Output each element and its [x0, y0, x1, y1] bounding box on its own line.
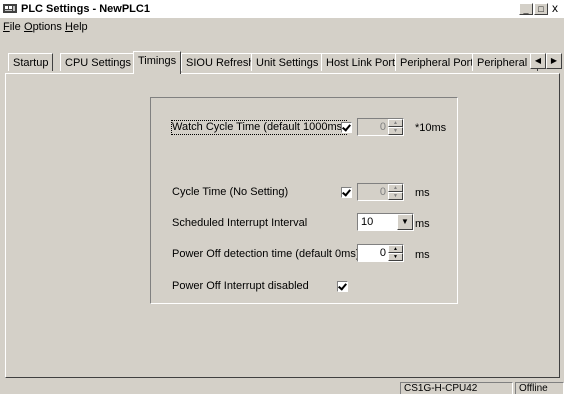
spin-up-icon[interactable]: ▲ [388, 245, 403, 253]
status-connection: Offline [515, 382, 564, 394]
tab-scroll-left-icon[interactable]: ◀ [530, 53, 546, 69]
menu-file[interactable]: File [3, 20, 21, 34]
sched-interrupt-select[interactable]: 10 ▼ [357, 213, 414, 231]
spin-down-icon[interactable]: ▼ [388, 127, 403, 135]
cycle-time-checkbox[interactable] [341, 187, 352, 198]
spin-up-icon[interactable]: ▲ [388, 184, 403, 192]
plc-settings-window: PLC Settings - NewPLC1 _ □ x File Option… [0, 0, 564, 394]
title-bar: PLC Settings - NewPLC1 _ □ x [0, 0, 564, 18]
cycle-time-spinner[interactable]: 0 ▲ ▼ [357, 183, 404, 201]
watch-cycle-unit: *10ms [415, 122, 447, 134]
power-off-spin-arrows[interactable]: ▲ ▼ [388, 245, 403, 261]
cycle-time-value: 0 [379, 186, 386, 198]
menu-file-label: ile [9, 21, 21, 33]
watch-cycle-value: 0 [379, 121, 386, 133]
menu-help-mnemonic: H [65, 21, 73, 33]
menu-options-label: ptions [32, 21, 62, 33]
tab-cpu-settings[interactable]: CPU Settings [60, 53, 137, 71]
power-off-spinner[interactable]: 0 ▲ ▼ [357, 244, 404, 262]
close-button[interactable]: x [552, 1, 558, 15]
minimize-button[interactable]: _ [519, 3, 533, 15]
power-off-value: 0 [379, 247, 386, 259]
menu-options[interactable]: Options [24, 20, 62, 34]
tab-unit-settings[interactable]: Unit Settings [251, 53, 324, 71]
settings-tab-strip: Startup CPU Settings Timings SIOU Refres… [0, 51, 564, 74]
power-off-label: Power Off detection time (default 0ms) [172, 248, 360, 260]
tab-peripheral-s[interactable]: Peripheral S [472, 53, 538, 71]
watch-cycle-spin-arrows[interactable]: ▲ ▼ [388, 119, 403, 135]
menu-options-mnemonic: O [24, 21, 33, 33]
power-off-interrupt-checkbox[interactable] [337, 281, 348, 292]
tab-timings[interactable]: Timings [133, 51, 182, 74]
cycle-time-label: Cycle Time (No Setting) [172, 186, 289, 198]
restore-button[interactable]: □ [534, 3, 548, 15]
cycle-time-spin-arrows[interactable]: ▲ ▼ [388, 184, 403, 200]
plc-app-icon [3, 4, 17, 13]
status-cpu-type: CS1G-H-CPU42 [400, 382, 513, 394]
watch-cycle-label: Watch Cycle Time (default 1000ms) [171, 120, 347, 135]
menu-help-label: elp [72, 21, 88, 33]
menu-bar: File Options Help [0, 18, 564, 36]
tab-startup[interactable]: Startup [8, 53, 54, 71]
watch-cycle-checkbox[interactable] [341, 122, 352, 133]
sched-interrupt-label: Scheduled Interrupt Interval [172, 217, 308, 229]
window-title: PLC Settings - NewPLC1 [21, 3, 150, 15]
tab-host-link-port[interactable]: Host Link Port [321, 53, 401, 71]
power-off-interrupt-label: Power Off Interrupt disabled [172, 280, 309, 292]
sched-interrupt-value: 10 [361, 216, 374, 228]
status-bar: CS1G-H-CPU42 Offline [0, 382, 564, 394]
power-off-unit: ms [415, 249, 430, 261]
cycle-time-unit: ms [415, 187, 430, 199]
tab-peripheral-port[interactable]: Peripheral Port [395, 53, 479, 71]
tab-siou-refresh[interactable]: SIOU Refresh [181, 53, 260, 71]
chevron-down-icon[interactable]: ▼ [397, 214, 413, 230]
sched-interrupt-unit: ms [415, 218, 430, 230]
spin-down-icon[interactable]: ▼ [388, 192, 403, 200]
timings-group-box: Watch Cycle Time (default 1000ms) 0 ▲ ▼ *… [150, 97, 458, 304]
watch-cycle-spinner[interactable]: 0 ▲ ▼ [357, 118, 404, 136]
tab-scroll-right-icon[interactable]: ▶ [546, 53, 562, 69]
spin-down-icon[interactable]: ▼ [388, 253, 403, 261]
spin-up-icon[interactable]: ▲ [388, 119, 403, 127]
menu-help[interactable]: Help [65, 20, 88, 34]
menu-file-mnemonic: F [3, 21, 10, 33]
